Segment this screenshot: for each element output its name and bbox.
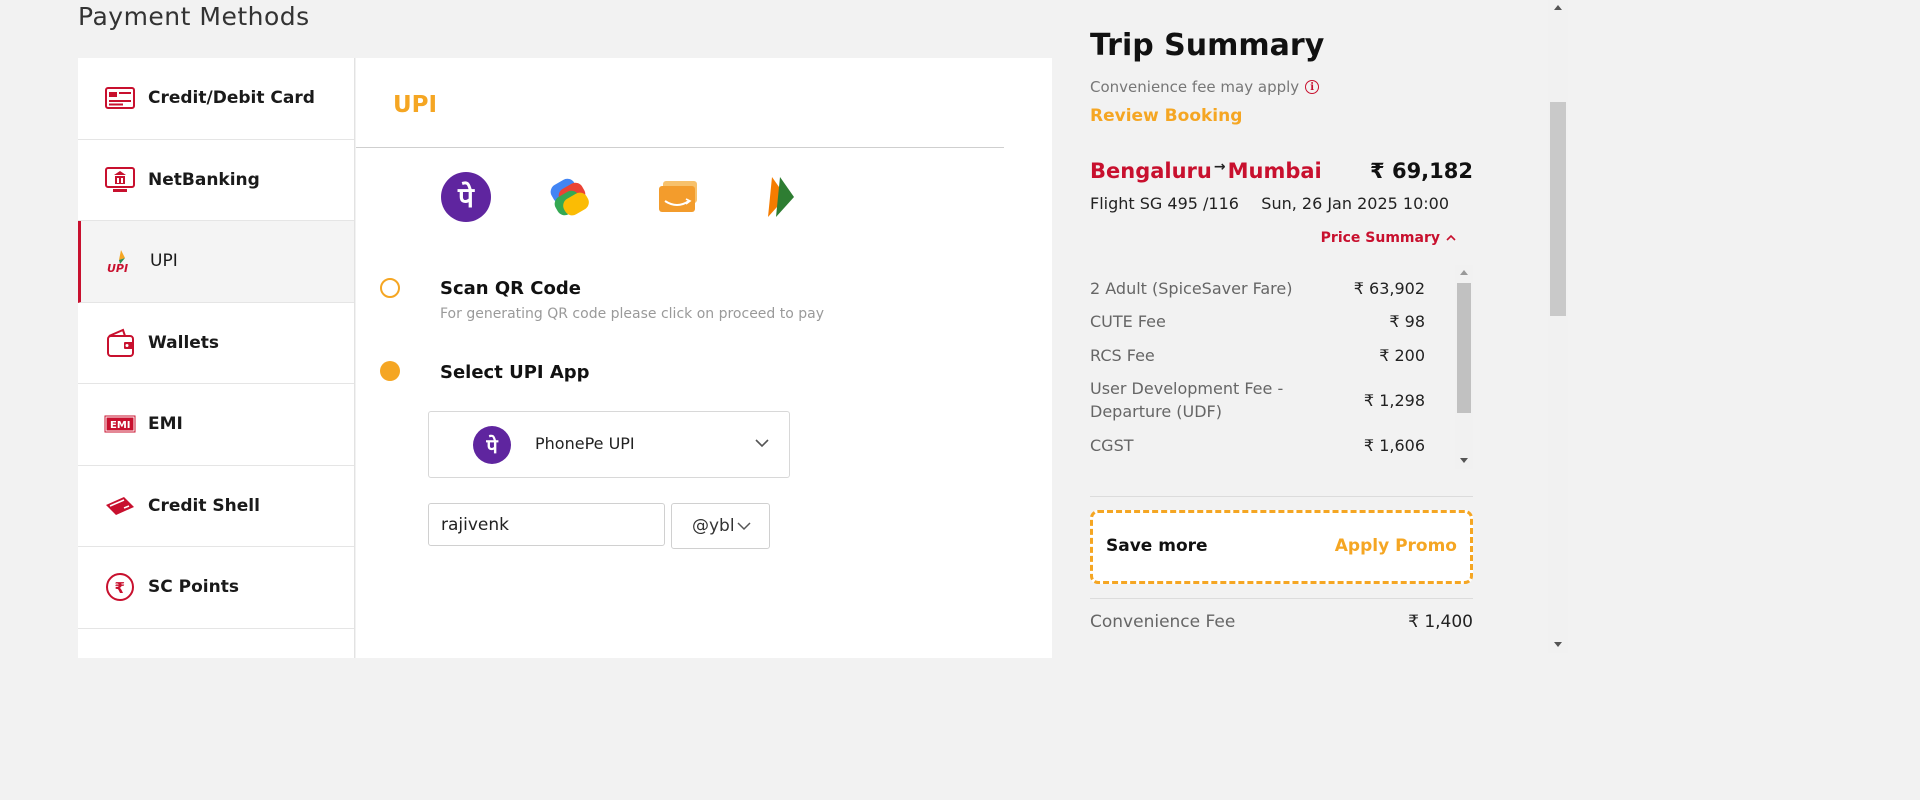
- total-price: ₹ 69,182: [1370, 159, 1473, 183]
- trip-summary-title: Trip Summary: [1090, 28, 1325, 63]
- method-sc-points[interactable]: ₹ SC Points: [78, 547, 354, 629]
- fee-value: ₹ 63,902: [1353, 279, 1425, 298]
- method-credit-debit-card[interactable]: Credit/Debit Card: [78, 58, 354, 140]
- save-more-label: Save more: [1106, 536, 1208, 556]
- method-netbanking[interactable]: NetBanking: [78, 140, 354, 221]
- svg-text:₹: ₹: [115, 579, 125, 597]
- price-summary-toggle[interactable]: Price Summary: [1321, 230, 1457, 246]
- flight-number: Flight SG 495 /116: [1090, 194, 1239, 213]
- scan-qr-title: Scan QR Code: [440, 278, 581, 299]
- scroll-thumb[interactable]: [1550, 102, 1566, 316]
- chevron-down-icon: [737, 522, 751, 531]
- upi-panel: UPI पे Scan QR Code For generating QR co…: [356, 58, 1052, 658]
- svg-text:UPI: UPI: [107, 262, 128, 274]
- google-pay-icon[interactable]: [544, 171, 596, 223]
- page-title: Payment Methods: [78, 2, 310, 31]
- amazon-pay-icon[interactable]: [652, 171, 704, 223]
- divider: [1090, 496, 1473, 497]
- page-scrollbar[interactable]: [1548, 0, 1568, 653]
- chevron-down-icon: [755, 439, 769, 448]
- upi-app-dropdown[interactable]: पे PhonePe UPI: [428, 411, 790, 478]
- svg-text:EMI: EMI: [110, 420, 131, 431]
- scroll-up-icon[interactable]: [1554, 5, 1562, 10]
- wallet-icon: [104, 328, 136, 357]
- upi-icon: UPI: [104, 247, 136, 275]
- fee-value: ₹ 1,606: [1363, 436, 1425, 455]
- promo-box[interactable]: Save more Apply Promo: [1090, 510, 1473, 584]
- rupee-coin-icon: ₹: [104, 573, 136, 602]
- arrow-right-icon: →: [1213, 159, 1226, 175]
- select-upi-app-radio[interactable]: [380, 361, 400, 381]
- method-label: Wallets: [148, 332, 220, 353]
- method-label: Credit Shell: [148, 495, 260, 516]
- method-credit-shell[interactable]: Credit Shell: [78, 466, 354, 547]
- scroll-down-icon[interactable]: [1554, 642, 1562, 647]
- scroll-up-icon[interactable]: [1460, 270, 1468, 275]
- convenience-fee-label: Convenience Fee: [1090, 612, 1236, 632]
- fee-name: User Development Fee - Departure (UDF): [1090, 379, 1284, 421]
- phonepe-icon: पे: [473, 426, 511, 464]
- chevron-up-icon: [1446, 234, 1456, 241]
- emi-icon: EMI: [104, 410, 136, 438]
- apply-promo-button[interactable]: Apply Promo: [1335, 536, 1457, 556]
- method-emi[interactable]: EMI EMI: [78, 384, 354, 466]
- phonepe-glyph: पे: [441, 172, 491, 222]
- fee-name: RCS Fee: [1090, 346, 1155, 365]
- method-upi[interactable]: UPI UPI: [78, 221, 354, 303]
- divider: [356, 147, 1004, 148]
- method-label: SC Points: [148, 577, 239, 598]
- fee-name: CUTE Fee: [1090, 312, 1166, 331]
- scan-qr-subtitle: For generating QR code please click on p…: [440, 306, 825, 322]
- scroll-thumb[interactable]: [1457, 283, 1471, 413]
- method-label: Credit/Debit Card: [148, 88, 315, 109]
- info-icon[interactable]: i: [1305, 80, 1320, 94]
- review-booking-link[interactable]: Review Booking: [1090, 106, 1242, 126]
- upi-title: UPI: [393, 92, 438, 118]
- fee-name: 2 Adult (SpiceSaver Fare): [1090, 279, 1293, 298]
- method-label: UPI: [150, 251, 178, 272]
- fee-breakdown[interactable]: 2 Adult (SpiceSaver Fare) ₹ 63,902 CUTE …: [1090, 265, 1473, 469]
- fee-name: CGST: [1090, 436, 1134, 455]
- origin-city: Bengaluru: [1090, 159, 1212, 183]
- fee-value: ₹ 98: [1389, 312, 1425, 331]
- route: Bengaluru → Mumbai: [1090, 159, 1322, 183]
- flight-date: Sun, 26 Jan 2025 10:00: [1261, 194, 1449, 213]
- netbanking-icon: [104, 166, 136, 194]
- price-summary-label: Price Summary: [1320, 230, 1440, 246]
- selected-upi-app: PhonePe UPI: [535, 434, 635, 453]
- payment-methods-list: Credit/Debit Card NetBanking UPI UPI Wal…: [78, 58, 355, 658]
- divider: [1090, 598, 1473, 599]
- bhim-icon[interactable]: [752, 171, 804, 223]
- scan-qr-radio[interactable]: [380, 278, 400, 298]
- destination-city: Mumbai: [1227, 159, 1322, 183]
- upi-id-input[interactable]: [428, 503, 665, 546]
- convenience-fee-value: ₹ 1,400: [1408, 612, 1473, 632]
- credit-card-icon: [104, 84, 136, 112]
- convenience-note: Convenience fee may apply i: [1090, 78, 1320, 96]
- upi-handle-dropdown[interactable]: @ybl: [671, 503, 770, 549]
- convenience-fee-row: Convenience Fee ₹ 1,400: [1090, 612, 1473, 632]
- scroll-down-icon[interactable]: [1460, 458, 1468, 463]
- phonepe-icon[interactable]: पे: [440, 171, 492, 223]
- fee-value: ₹ 200: [1379, 346, 1425, 365]
- upi-handle: @ybl: [692, 516, 735, 536]
- fee-scrollbar[interactable]: [1455, 265, 1473, 469]
- credit-shell-icon: [104, 492, 136, 520]
- method-label: EMI: [148, 414, 183, 435]
- select-upi-app-title: Select UPI App: [440, 362, 590, 383]
- method-label: NetBanking: [148, 169, 260, 190]
- trip-summary: Trip Summary Convenience fee may apply i…: [1090, 0, 1473, 653]
- fee-value: ₹ 1,298: [1363, 391, 1425, 410]
- method-wallets[interactable]: Wallets: [78, 303, 354, 384]
- convenience-note-text: Convenience fee may apply: [1090, 78, 1300, 96]
